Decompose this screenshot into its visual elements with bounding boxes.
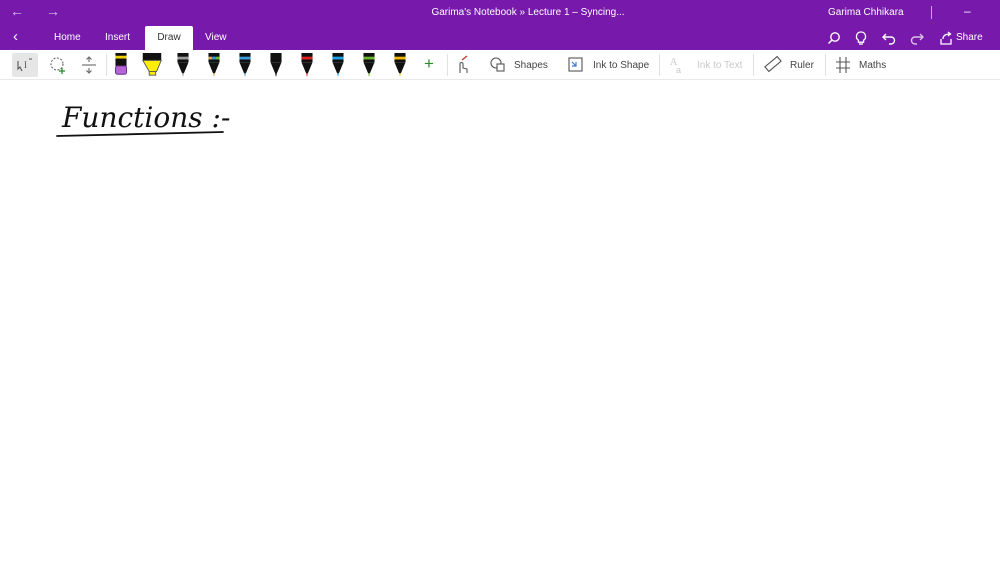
- tab-insert[interactable]: Insert: [105, 26, 130, 50]
- toolbar-separator: [825, 54, 826, 76]
- share-button[interactable]: Share: [956, 32, 983, 43]
- pen-galaxy-icon[interactable]: [205, 53, 223, 77]
- tab-home[interactable]: Home: [54, 26, 81, 50]
- select-type-icon: I: [17, 58, 32, 72]
- lasso-type-tool[interactable]: I: [12, 53, 38, 77]
- note-canvas[interactable]: Functions :-: [0, 81, 1000, 563]
- shapes-button[interactable]: Shapes: [514, 60, 548, 71]
- yellow-highlighter-icon[interactable]: [140, 53, 164, 77]
- pen-gray-icon[interactable]: [174, 53, 192, 77]
- ribbon-tab-bar: ‹ Home Insert Draw View Share: [0, 26, 1000, 50]
- toolbar-separator: [106, 54, 107, 76]
- pen-light-blue-icon[interactable]: [329, 53, 347, 77]
- add-space-icon[interactable]: [79, 53, 99, 77]
- toolbar-separator: [753, 54, 754, 76]
- ink-to-text-button: Ink to Text: [697, 60, 743, 71]
- eraser-highlighter-icon[interactable]: [111, 53, 131, 77]
- ruler-icon[interactable]: [763, 53, 783, 77]
- undo-icon[interactable]: [881, 30, 897, 46]
- ink-to-shape-button[interactable]: Ink to Shape: [593, 60, 649, 71]
- draw-toolbar: I + Shapes Ink to Shape A a Ink to Text …: [0, 50, 1000, 80]
- touch-draw-icon[interactable]: [453, 53, 473, 77]
- minimize-button[interactable]: –: [964, 4, 971, 18]
- tab-draw[interactable]: Draw: [145, 26, 193, 50]
- shapes-icon[interactable]: [488, 53, 508, 77]
- add-pen-button[interactable]: +: [424, 54, 434, 74]
- back-chevron-icon[interactable]: ‹: [13, 28, 18, 45]
- maths-button[interactable]: Maths: [859, 60, 886, 71]
- ink-to-text-icon: A a: [670, 57, 681, 75]
- svg-text:I: I: [24, 60, 27, 70]
- pen-green-icon[interactable]: [360, 53, 378, 77]
- redo-icon[interactable]: [909, 30, 925, 46]
- pen-black-icon[interactable]: [267, 53, 285, 77]
- ink-heading-text: Functions :-: [61, 101, 230, 134]
- title-bar: ← → Garima's Notebook » Lecture 1 – Sync…: [0, 0, 1000, 26]
- search-icon[interactable]: [826, 30, 842, 46]
- ink-to-shape-icon[interactable]: [566, 53, 586, 77]
- lightbulb-icon[interactable]: [853, 30, 869, 46]
- tab-view[interactable]: View: [205, 26, 227, 50]
- toolbar-separator: [659, 54, 660, 76]
- ruler-button[interactable]: Ruler: [790, 60, 814, 71]
- share-icon[interactable]: [938, 30, 954, 46]
- title-separator: [931, 6, 932, 19]
- pen-blue-galaxy-icon[interactable]: [236, 53, 254, 77]
- ink-heading[interactable]: Functions :-: [50, 91, 350, 161]
- toolbar-separator: [447, 54, 448, 76]
- pen-red-icon[interactable]: [298, 53, 316, 77]
- svg-text:a: a: [676, 65, 681, 75]
- pen-yellow-icon[interactable]: [391, 53, 409, 77]
- user-name[interactable]: Garima Chhikara: [828, 7, 904, 18]
- lasso-select-icon[interactable]: [48, 53, 68, 77]
- maths-icon[interactable]: [833, 53, 853, 77]
